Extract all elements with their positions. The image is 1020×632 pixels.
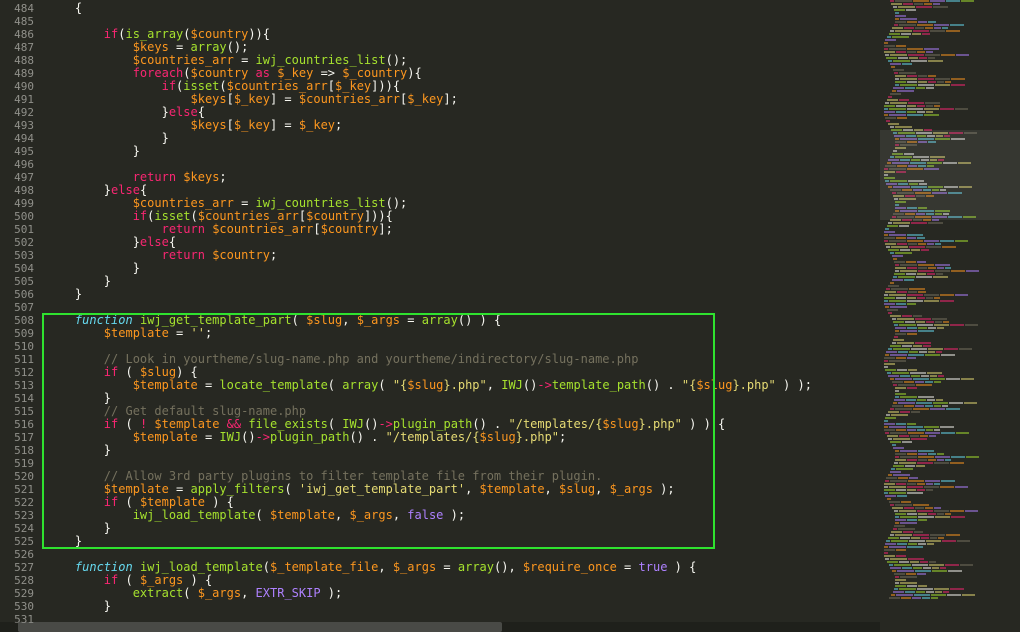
- line-number: 517: [0, 431, 34, 444]
- line-number: 497: [0, 171, 34, 184]
- line-number: 515: [0, 405, 34, 418]
- line-number: 525: [0, 535, 34, 548]
- minimap-viewport[interactable]: [880, 130, 1020, 220]
- line-number: 530: [0, 600, 34, 613]
- code-line[interactable]: }: [42, 145, 880, 158]
- line-number: 487: [0, 41, 34, 54]
- line-number: 514: [0, 392, 34, 405]
- line-number: 507: [0, 301, 34, 314]
- line-number: 491: [0, 93, 34, 106]
- code-line[interactable]: }: [42, 262, 880, 275]
- line-number: 520: [0, 470, 34, 483]
- line-number: 496: [0, 158, 34, 171]
- code-line[interactable]: $template = '';: [42, 327, 880, 340]
- line-number: 485: [0, 15, 34, 28]
- line-number: 499: [0, 197, 34, 210]
- line-number: 501: [0, 223, 34, 236]
- code-line[interactable]: $template = IWJ()->plugin_path() . "/tem…: [42, 431, 880, 444]
- line-number: 488: [0, 54, 34, 67]
- code-line[interactable]: }: [42, 600, 880, 613]
- line-number: 486: [0, 28, 34, 41]
- line-number: 489: [0, 67, 34, 80]
- horizontal-scrollbar-thumb[interactable]: [18, 622, 502, 632]
- line-number: 518: [0, 444, 34, 457]
- line-number: 511: [0, 353, 34, 366]
- line-number: 522: [0, 496, 34, 509]
- line-number: 490: [0, 80, 34, 93]
- line-number: 523: [0, 509, 34, 522]
- line-number: 516: [0, 418, 34, 431]
- code-line[interactable]: }: [42, 444, 880, 457]
- minimap-content: [880, 0, 1020, 632]
- line-number: 529: [0, 587, 34, 600]
- code-line[interactable]: }: [42, 288, 880, 301]
- line-number: 526: [0, 548, 34, 561]
- horizontal-scrollbar-track[interactable]: [0, 622, 880, 632]
- line-number: 493: [0, 119, 34, 132]
- editor-container: 4844854864874884894904914924934944954964…: [0, 0, 1020, 632]
- line-gutter: 4844854864874884894904914924934944954964…: [0, 0, 42, 632]
- line-number: 506: [0, 288, 34, 301]
- line-number: 512: [0, 366, 34, 379]
- code-line[interactable]: $template = locate_template( array( "{$s…: [42, 379, 880, 392]
- code-line[interactable]: return $country;: [42, 249, 880, 262]
- code-line[interactable]: iwj_load_template( $template, $_args, fa…: [42, 509, 880, 522]
- line-number: 513: [0, 379, 34, 392]
- code-line[interactable]: }: [42, 535, 880, 548]
- code-line[interactable]: }: [42, 132, 880, 145]
- line-number: 484: [0, 2, 34, 15]
- code-line[interactable]: {: [42, 2, 880, 15]
- line-number: 521: [0, 483, 34, 496]
- line-number: 495: [0, 145, 34, 158]
- line-number: 505: [0, 275, 34, 288]
- line-number: 492: [0, 106, 34, 119]
- line-number: 498: [0, 184, 34, 197]
- line-number: 508: [0, 314, 34, 327]
- line-number: 504: [0, 262, 34, 275]
- line-number: 494: [0, 132, 34, 145]
- minimap[interactable]: [880, 0, 1020, 632]
- line-number: 528: [0, 574, 34, 587]
- code-line[interactable]: return $keys;: [42, 171, 880, 184]
- line-number: 500: [0, 210, 34, 223]
- code-line[interactable]: extract( $_args, EXTR_SKIP );: [42, 587, 880, 600]
- line-number: 519: [0, 457, 34, 470]
- line-number: 524: [0, 522, 34, 535]
- line-number: 502: [0, 236, 34, 249]
- line-number: 503: [0, 249, 34, 262]
- code-line[interactable]: }: [42, 275, 880, 288]
- line-number: 509: [0, 327, 34, 340]
- code-line[interactable]: }: [42, 522, 880, 535]
- line-number: 527: [0, 561, 34, 574]
- line-number: 510: [0, 340, 34, 353]
- code-area[interactable]: { if(is_array($country)){ $keys = array(…: [42, 0, 880, 632]
